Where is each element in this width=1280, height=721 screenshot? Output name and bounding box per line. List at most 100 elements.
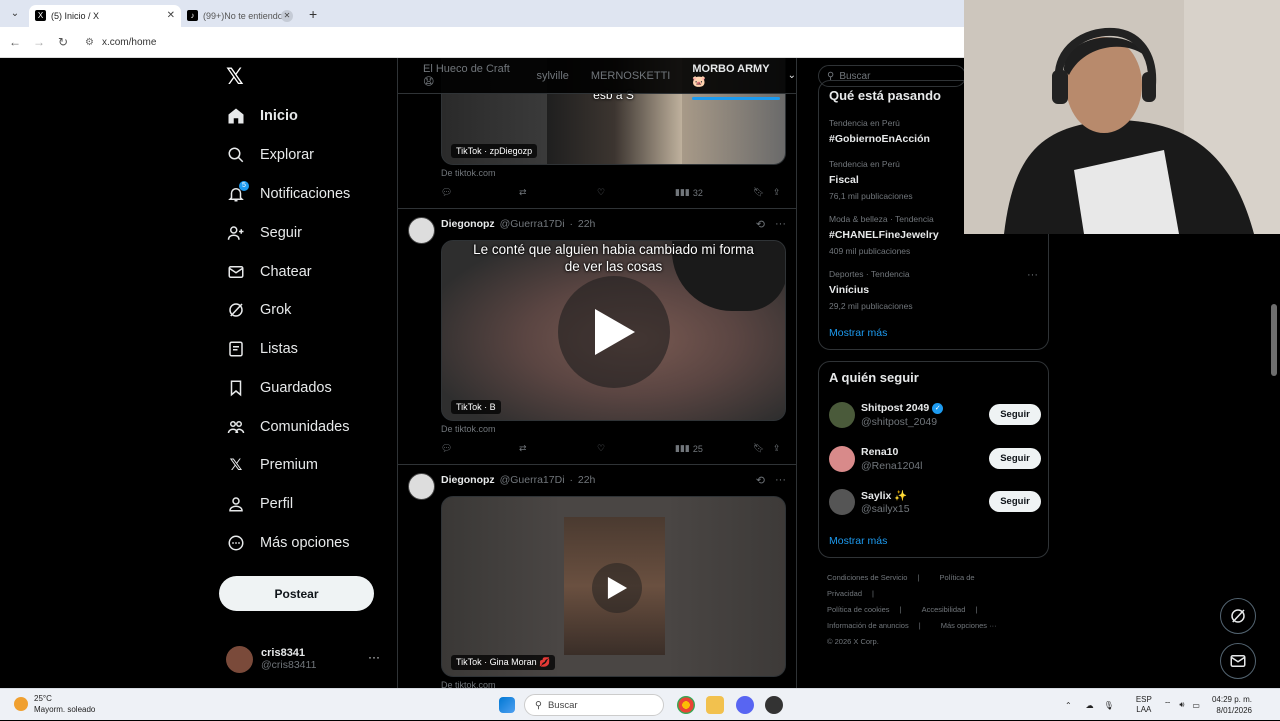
sidebar-item-notificaciones[interactable]: 5 Notificaciones	[226, 179, 350, 209]
share-icon[interactable]: ⇪	[773, 187, 781, 198]
footer-link[interactable]: Política de cookies	[827, 605, 890, 614]
sidebar-item-perfil[interactable]: Perfil	[226, 489, 293, 519]
reply-icon[interactable]: 💬︎	[441, 187, 452, 198]
discord-icon[interactable]	[736, 696, 754, 714]
obs-icon[interactable]	[765, 696, 783, 714]
file-explorer-icon[interactable]	[706, 696, 724, 714]
repost-icon[interactable]: ⇄	[519, 443, 527, 454]
reply-icon[interactable]: 💬︎	[441, 443, 452, 454]
post-handle[interactable]: @Guerra17Di	[500, 218, 565, 230]
account-switcher[interactable]: cris8341 @cris83411 ···	[226, 644, 386, 674]
trend-item[interactable]: Tendencia en Perú Fiscal 76,1 mil public…	[829, 159, 913, 201]
sidebar-item-grok[interactable]: Grok	[226, 295, 291, 325]
browser-tab[interactable]: ♪ (99+)No te entiendo ✕	[181, 5, 299, 27]
trend-item[interactable]: Tendencia en Perú #GobiernoEnAcción	[829, 118, 930, 145]
more-horizontal-icon[interactable]: ···	[775, 474, 786, 487]
messages-float-button[interactable]	[1220, 643, 1256, 679]
like-icon[interactable]: ♡	[597, 187, 605, 198]
follow-button[interactable]: Seguir	[989, 404, 1041, 425]
trend-item[interactable]: Deportes · Tendencia Vinícius 29,2 mil p…	[829, 269, 913, 311]
views-icon[interactable]: ▮▮▮ 32	[675, 187, 703, 198]
battery-icon[interactable]: ▭	[1192, 701, 1200, 710]
clock[interactable]: 04:29 p. m. 8/01/2026	[1212, 694, 1252, 716]
language-indicator[interactable]: ESP LAA	[1136, 695, 1152, 715]
bookmark-icon[interactable]: 🔖︎	[753, 187, 764, 198]
post-media[interactable]: Le conté que alguien habia cambiado mi f…	[441, 240, 786, 421]
post-source[interactable]: De tiktok.com	[441, 168, 496, 178]
scrollbar[interactable]	[1271, 304, 1277, 376]
wifi-icon[interactable]: ⌔	[1164, 700, 1172, 710]
like-icon[interactable]: ♡	[597, 443, 605, 454]
new-tab-icon[interactable]: +	[309, 6, 317, 22]
post-media[interactable]: TikTok · Gina Moran 💋	[441, 496, 786, 677]
reload-icon[interactable]: ↻	[51, 35, 75, 49]
follow-button[interactable]: Seguir	[989, 491, 1041, 512]
more-horizontal-icon[interactable]: ···	[775, 218, 786, 231]
sidebar-item-premium[interactable]: 𝕏 Premium	[226, 450, 318, 480]
x-logo-icon[interactable]: 𝕏	[226, 64, 244, 90]
url-field[interactable]: ⚙ x.com/home	[85, 37, 156, 48]
grok-float-button[interactable]	[1220, 598, 1256, 634]
sidebar-item-mas-opciones[interactable]: Más opciones	[226, 528, 349, 558]
sidebar-item-guardados[interactable]: Guardados	[226, 373, 332, 403]
sidebar-item-chatear[interactable]: Chatear	[226, 257, 312, 287]
chrome-icon[interactable]	[677, 696, 695, 714]
post-time[interactable]: 22h	[578, 218, 596, 230]
browser-tab-active[interactable]: X (5) Inicio / X ✕	[29, 4, 181, 27]
avatar[interactable]	[408, 473, 435, 500]
network-icon[interactable]: ☁	[1086, 701, 1094, 710]
windows-start-icon[interactable]	[499, 697, 515, 713]
close-tab-icon[interactable]: ✕	[167, 10, 175, 21]
post-handle[interactable]: @Guerra17Di	[500, 474, 565, 486]
post-time[interactable]: 22h	[578, 474, 596, 486]
footer-link[interactable]: Información de anuncios	[827, 621, 909, 630]
close-tab-icon[interactable]: ✕	[281, 9, 293, 22]
tab-list[interactable]: MERNOSKETTI	[591, 70, 670, 82]
views-icon[interactable]: ▮▮▮ 25	[675, 443, 703, 454]
chevron-up-icon[interactable]: ⌃	[1065, 701, 1072, 710]
follow-suggestion[interactable]: Shitpost 2049 ✓ @shitpost_2049 Seguir	[829, 402, 1041, 432]
play-icon[interactable]	[592, 563, 642, 613]
post-source[interactable]: De tiktok.com	[441, 424, 496, 434]
post-author[interactable]: Diegonopz	[441, 218, 495, 230]
post-author[interactable]: Diegonopz	[441, 474, 495, 486]
follow-suggestion[interactable]: Rena10 @Rena1204l Seguir	[829, 446, 1041, 476]
taskbar-search[interactable]: ⚲ Buscar	[524, 694, 664, 716]
weather-widget[interactable]: 25°C Mayorm. soleado	[14, 693, 95, 715]
follow-button[interactable]: Seguir	[989, 448, 1041, 469]
post-button[interactable]: Postear	[219, 576, 374, 611]
sidebar-item-listas[interactable]: Listas	[226, 334, 298, 364]
forward-icon[interactable]: →	[27, 35, 51, 49]
site-settings-icon[interactable]: ⚙	[85, 37, 94, 48]
grok-icon[interactable]: ⟲	[756, 474, 765, 487]
tab-list-chevron-icon[interactable]: ⌄	[4, 3, 26, 25]
more-horizontal-icon[interactable]: ···	[1027, 269, 1038, 281]
play-icon[interactable]	[558, 276, 670, 388]
avatar[interactable]	[408, 217, 435, 244]
sidebar-item-inicio[interactable]: Inicio	[226, 101, 298, 131]
share-icon[interactable]: ⇪	[773, 443, 781, 454]
show-more-link[interactable]: Mostrar más	[829, 535, 887, 547]
show-more-link[interactable]: Mostrar más	[829, 327, 887, 339]
bookmark-icon[interactable]: 🔖︎	[753, 443, 764, 454]
footer-link[interactable]: Condiciones de Servicio	[827, 573, 907, 582]
sidebar-item-seguir[interactable]: Seguir	[226, 218, 302, 248]
back-icon[interactable]: ←	[3, 35, 27, 49]
more-horizontal-icon[interactable]: ···	[368, 650, 380, 664]
footer-link[interactable]: Accesibilidad	[922, 605, 966, 614]
follow-suggestion[interactable]: Saylix ✨ @sailyx15 Seguir	[829, 489, 1041, 519]
trend-item[interactable]: Moda & belleza · Tendencia #CHANELFineJe…	[829, 214, 939, 256]
tab-list[interactable]: El Hueco de Craft😧	[423, 63, 514, 88]
repost-icon[interactable]: ⇄	[519, 187, 527, 198]
post-source[interactable]: De tiktok.com	[441, 680, 496, 688]
microphone-icon[interactable]: 🎙︎	[1104, 701, 1114, 710]
trend-count: 409 mil publicaciones	[829, 246, 911, 256]
chevron-down-icon[interactable]: ⌄	[788, 70, 796, 81]
grok-icon[interactable]: ⟲	[756, 218, 765, 231]
tab-list[interactable]: sylville	[536, 70, 568, 82]
footer-link[interactable]: Más opciones ···	[941, 621, 997, 630]
volume-icon[interactable]: 🔊︎	[1179, 700, 1184, 710]
sidebar-item-explorar[interactable]: Explorar	[226, 140, 314, 170]
tab-list-active[interactable]: MORBO ARMY 🐷	[692, 63, 780, 100]
sidebar-item-comunidades[interactable]: Comunidades	[226, 412, 349, 442]
